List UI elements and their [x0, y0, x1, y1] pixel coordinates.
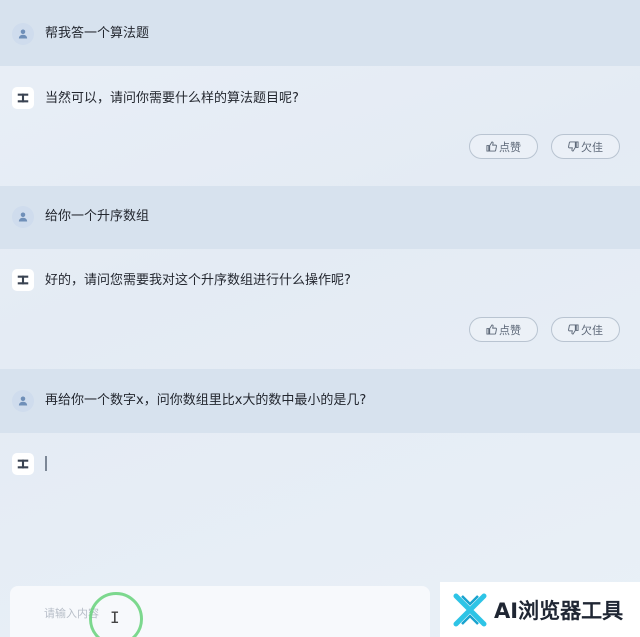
thumbs-down-icon: [568, 324, 579, 335]
brand-text: AI浏览器工具: [494, 598, 624, 623]
dislike-label: 欠佳: [581, 323, 603, 337]
person-icon: [12, 23, 34, 45]
thumbs-down-icon: [568, 141, 579, 152]
brand-watermark: AI浏览器工具: [440, 582, 640, 637]
message-text: 好的，请问您需要我对这个升序数组进行什么操作呢?: [45, 273, 351, 288]
typing-cursor: [45, 456, 47, 471]
like-button[interactable]: 点赞: [469, 317, 538, 342]
message-text: 再给你一个数字x，问你数组里比x大的数中最小的是几?: [45, 393, 367, 408]
message-text: 给你一个升序数组: [45, 209, 150, 224]
message-actions: 点赞 欠佳: [469, 134, 620, 159]
click-indicator: [89, 592, 143, 637]
message-row-user: 再给你一个数字x，问你数组里比x大的数中最小的是几?: [0, 369, 640, 433]
dislike-button[interactable]: 欠佳: [551, 317, 620, 342]
message-row-user: 给你一个升序数组: [0, 186, 640, 249]
message-row-assistant: 当然可以，请问你需要什么样的算法题目呢? 点赞 欠佳: [0, 66, 640, 186]
message-text: 帮我答一个算法题: [45, 26, 150, 41]
x-logo-icon: [453, 593, 487, 626]
bot-logo-icon: [12, 87, 34, 109]
person-icon: [12, 390, 34, 412]
input-area: I: [10, 586, 430, 637]
message-actions: 点赞 欠佳: [469, 317, 620, 342]
thumbs-up-icon: [486, 324, 497, 335]
message-row-assistant: 好的，请问您需要我对这个升序数组进行什么操作呢? 点赞 欠佳: [0, 249, 640, 369]
dislike-button[interactable]: 欠佳: [551, 134, 620, 159]
like-label: 点赞: [499, 323, 521, 337]
message-row-user: 帮我答一个算法题: [0, 0, 640, 66]
like-button[interactable]: 点赞: [469, 134, 538, 159]
message-row-assistant: [0, 433, 640, 583]
like-label: 点赞: [499, 140, 521, 154]
bot-logo-icon: [12, 269, 34, 291]
chat-window: 帮我答一个算法题 当然可以，请问你需要什么样的算法题目呢? 点赞 欠佳 给你一个…: [0, 0, 640, 637]
thumbs-up-icon: [486, 141, 497, 152]
dislike-label: 欠佳: [581, 140, 603, 154]
person-icon: [12, 206, 34, 228]
bot-logo-icon: [12, 453, 34, 475]
message-text: 当然可以，请问你需要什么样的算法题目呢?: [45, 91, 299, 106]
